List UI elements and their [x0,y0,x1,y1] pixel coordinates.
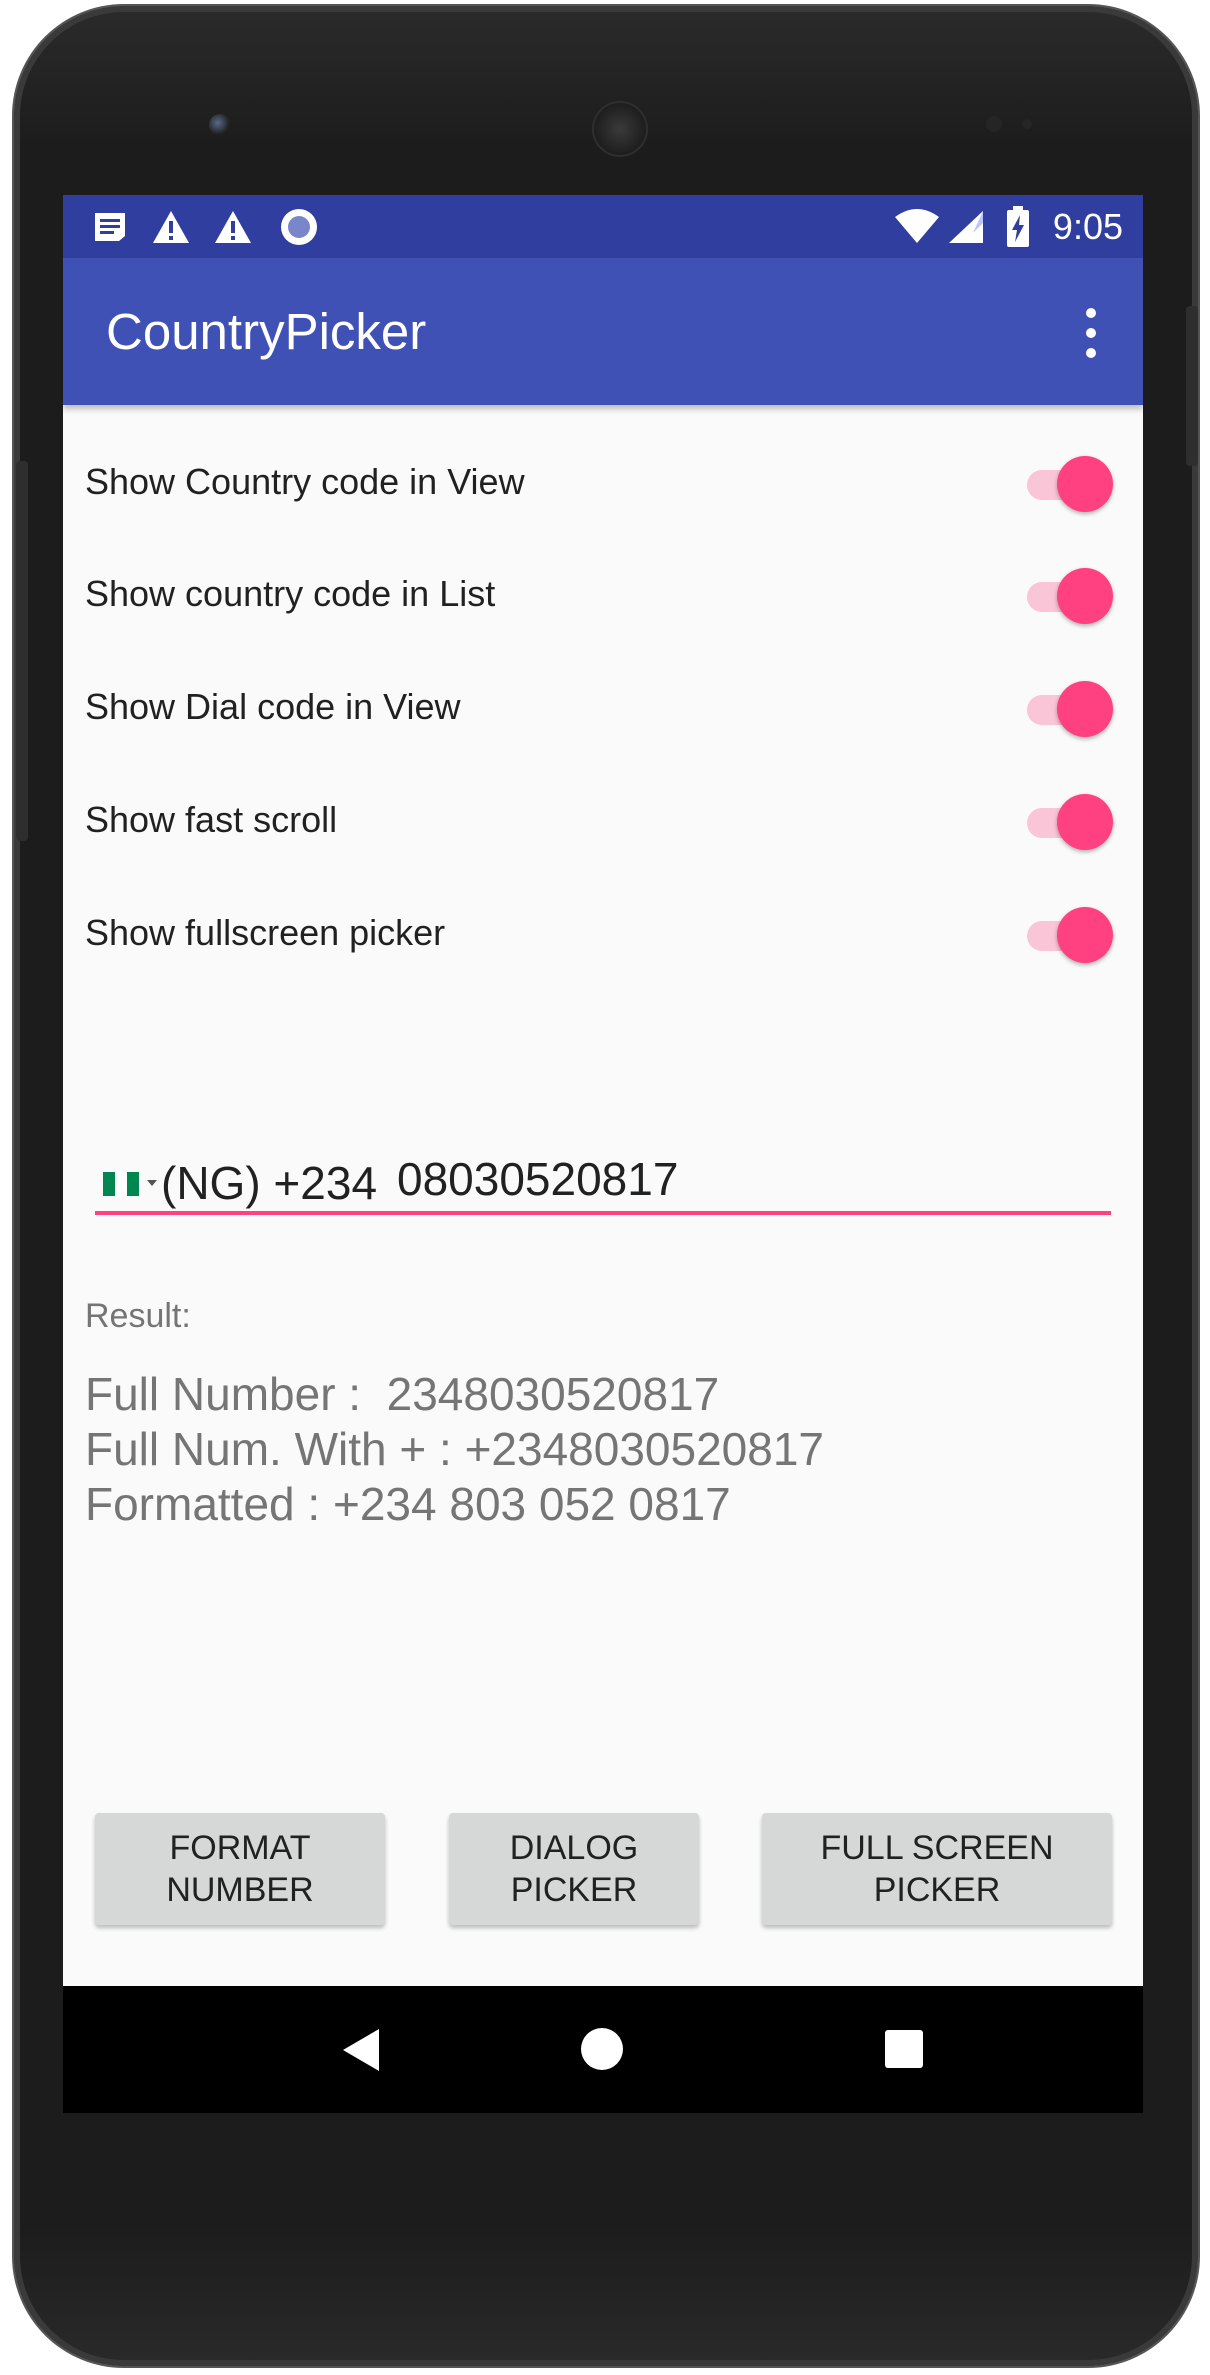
switch-row-country-code-view[interactable]: Show Country code in View [63,426,1143,538]
wifi-icon [893,207,941,247]
screen: 9:05 CountryPicker Show Country code in … [63,195,1143,2113]
recent-apps-icon[interactable] [885,2030,923,2068]
full-number-plus-text: Full Num. With + : +2348030520817 [85,1423,825,1475]
result-label: Result: [85,1297,191,1335]
proximity-sensor [986,116,1002,132]
phone-number-field: (NG) +234 [95,1130,1111,1235]
toggle-switch[interactable] [1027,790,1113,850]
overflow-menu-icon[interactable] [1081,308,1101,358]
formatted-number-text: Formatted : +234 803 052 0817 [85,1478,731,1530]
nigeria-flag-icon[interactable] [103,1172,139,1196]
switch-label: Show Dial code in View [85,686,461,727]
switch-row-country-code-list[interactable]: Show country code in List [63,538,1143,650]
switch-row-fast-scroll[interactable]: Show fast scroll [63,764,1143,876]
dialog-picker-button[interactable]: DIALOG PICKER [449,1813,699,1925]
switch-row-fullscreen-picker[interactable]: Show fullscreen picker [63,877,1143,989]
power-button [1186,306,1198,466]
button-label-line: DIALOG [509,1829,639,1867]
back-icon[interactable] [343,2029,379,2071]
switch-label: Show Country code in View [85,461,525,502]
input-underline [95,1211,1111,1215]
button-label-line: FULL SCREEN [820,1829,1054,1867]
toggle-switch[interactable] [1027,564,1113,624]
status-time: 9:05 [1052,206,1123,247]
status-bar: 9:05 [63,195,1143,258]
home-icon[interactable] [581,2028,623,2070]
app-title: CountryPicker [106,303,427,360]
battery-charging-icon [1005,206,1031,247]
warning-icon [213,207,253,247]
switch-row-dial-code-view[interactable]: Show Dial code in View [63,651,1143,763]
app-bar: CountryPicker [63,258,1143,405]
switch-label: Show country code in List [85,573,496,614]
warning-icon [151,207,191,247]
button-label-line: FORMAT [169,1829,311,1867]
dropdown-arrow-icon[interactable] [147,1180,157,1186]
switch-label: Show fullscreen picker [85,912,446,953]
full-number-text: Full Number : 2348030520817 [85,1368,720,1420]
navigation-bar [63,1986,1143,2113]
front-camera [209,114,231,136]
earpiece-speaker [592,101,648,157]
signal-icon [947,207,987,247]
phone-number-input[interactable] [397,1152,1097,1206]
button-label-line: PICKER [510,1871,638,1909]
light-sensor [1022,119,1032,129]
toggle-switch[interactable] [1027,903,1113,963]
switch-label: Show fast scroll [85,799,338,840]
button-label-line: NUMBER [166,1871,314,1909]
button-label-line: PICKER [873,1871,1001,1909]
country-code-label[interactable]: (NG) +234 [161,1156,377,1210]
format-number-button[interactable]: FORMAT NUMBER [95,1813,385,1925]
full-screen-picker-button[interactable]: FULL SCREEN PICKER [762,1813,1112,1925]
record-icon [279,207,319,247]
volume-button [16,461,28,841]
toggle-switch[interactable] [1027,452,1113,512]
toggle-switch[interactable] [1027,677,1113,737]
notification-icon [91,207,129,247]
